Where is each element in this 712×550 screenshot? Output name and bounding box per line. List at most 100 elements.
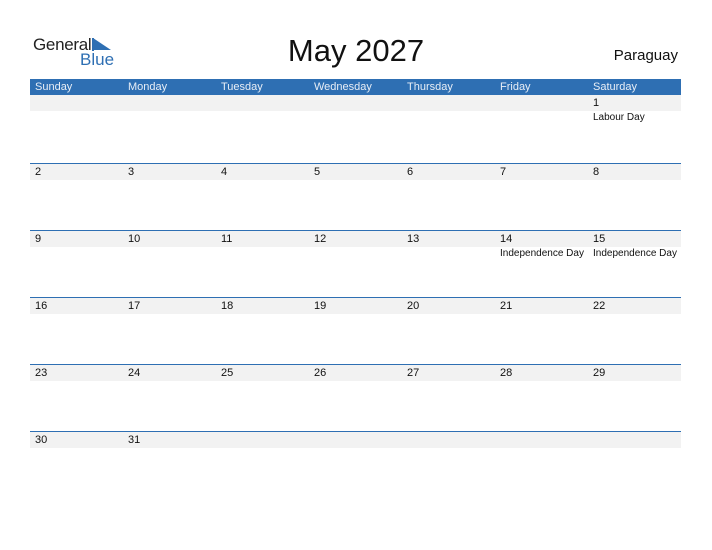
weekday-wednesday: Wednesday	[314, 81, 372, 93]
day-number: 13	[407, 233, 420, 245]
weekday-sunday: Sunday	[35, 81, 73, 93]
day-number: 3	[128, 166, 135, 178]
day-cell: 1 Labour Day	[588, 95, 681, 155]
day-number: 30	[35, 434, 48, 446]
day-number: 28	[500, 367, 513, 379]
day-cell: 15 Independence Day	[588, 231, 681, 291]
day-cell: 20	[402, 298, 495, 358]
day-cell: 10	[123, 231, 216, 291]
day-number: 6	[407, 166, 414, 178]
day-cell	[123, 95, 216, 155]
day-number: 1	[593, 97, 600, 109]
day-cell: 30	[30, 432, 123, 492]
day-number: 7	[500, 166, 507, 178]
day-number: 27	[407, 367, 420, 379]
day-number: 16	[35, 300, 48, 312]
day-cell: 4	[216, 164, 309, 224]
day-number: 24	[128, 367, 141, 379]
weekday-tuesday: Tuesday	[221, 81, 263, 93]
day-number: 21	[500, 300, 513, 312]
weekday-friday: Friday	[500, 81, 531, 93]
day-cell: 22	[588, 298, 681, 358]
day-cell	[30, 95, 123, 155]
day-number: 9	[35, 233, 42, 245]
day-cell: 2	[30, 164, 123, 224]
day-number: 20	[407, 300, 420, 312]
week-row: 1 Labour Day	[30, 95, 681, 163]
day-cell: 23	[30, 365, 123, 425]
day-cell: 21	[495, 298, 588, 358]
day-cell	[216, 95, 309, 155]
day-cell: 16	[30, 298, 123, 358]
day-cell: 13	[402, 231, 495, 291]
day-cell: 29	[588, 365, 681, 425]
day-number	[407, 432, 495, 448]
day-number: 23	[35, 367, 48, 379]
day-cell: 24	[123, 365, 216, 425]
day-cell: 18	[216, 298, 309, 358]
day-number: 8	[593, 166, 600, 178]
day-cell: 11	[216, 231, 309, 291]
day-number: 22	[593, 300, 606, 312]
weekday-header: Sunday Monday Tuesday Wednesday Thursday…	[30, 79, 681, 95]
day-number: 25	[221, 367, 234, 379]
day-number	[593, 432, 681, 448]
day-cell: 14 Independence Day	[495, 231, 588, 291]
day-number	[221, 432, 309, 448]
weekday-saturday: Saturday	[593, 81, 638, 93]
week-row: 9 10 11 12 13 14 Independence Day 15 Independenc…	[30, 230, 681, 297]
day-cell: 8	[588, 164, 681, 224]
day-cell: 17	[123, 298, 216, 358]
day-cell	[309, 432, 402, 492]
calendar-title: May 2027	[287, 33, 425, 68]
day-number	[221, 95, 309, 111]
day-cell	[495, 432, 588, 492]
day-number: 12	[314, 233, 327, 245]
day-cell: 5	[309, 164, 402, 224]
calendar-grid: 1 Labour Day 2 3 4 5 6 7 8 9 10 11 12 13 14 Independenc…	[30, 95, 681, 498]
day-number	[407, 95, 495, 111]
holiday-label: Independence Day	[500, 248, 584, 259]
weekday-monday: Monday	[128, 81, 168, 93]
day-number	[35, 95, 123, 111]
week-row: 16 17 18 19 20 21 22	[30, 297, 681, 364]
day-cell: 19	[309, 298, 402, 358]
country-label: Paraguay	[613, 47, 678, 64]
day-cell: 25	[216, 365, 309, 425]
day-cell: 9	[30, 231, 123, 291]
day-cell: 7	[495, 164, 588, 224]
day-number: 29	[593, 367, 606, 379]
day-cell: 12	[309, 231, 402, 291]
holiday-label: Independence Day	[593, 248, 677, 259]
day-cell	[402, 95, 495, 155]
day-cell	[588, 432, 681, 492]
day-number: 19	[314, 300, 327, 312]
day-number: 26	[314, 367, 327, 379]
day-number: 15	[593, 233, 606, 245]
day-number: 14	[500, 233, 513, 245]
day-cell: 3	[123, 164, 216, 224]
day-cell: 27	[402, 365, 495, 425]
day-number: 11	[221, 233, 233, 245]
weekday-thursday: Thursday	[407, 81, 453, 93]
day-number: 4	[221, 166, 228, 178]
day-cell	[402, 432, 495, 492]
day-number	[500, 432, 588, 448]
day-number: 5	[314, 166, 321, 178]
day-number	[314, 95, 402, 111]
week-row: 23 24 25 26 27 28 29	[30, 364, 681, 431]
week-row: 2 3 4 5 6 7 8	[30, 163, 681, 230]
day-cell	[495, 95, 588, 155]
holiday-label: Labour Day	[593, 112, 645, 123]
day-number: 2	[35, 166, 42, 178]
day-cell	[309, 95, 402, 155]
day-cell: 31	[123, 432, 216, 492]
day-number: 18	[221, 300, 234, 312]
day-number: 10	[128, 233, 141, 245]
day-cell	[216, 432, 309, 492]
week-row: 30 31	[30, 431, 681, 498]
day-number: 17	[128, 300, 141, 312]
day-number	[500, 95, 588, 111]
day-number	[128, 95, 216, 111]
day-number	[314, 432, 402, 448]
